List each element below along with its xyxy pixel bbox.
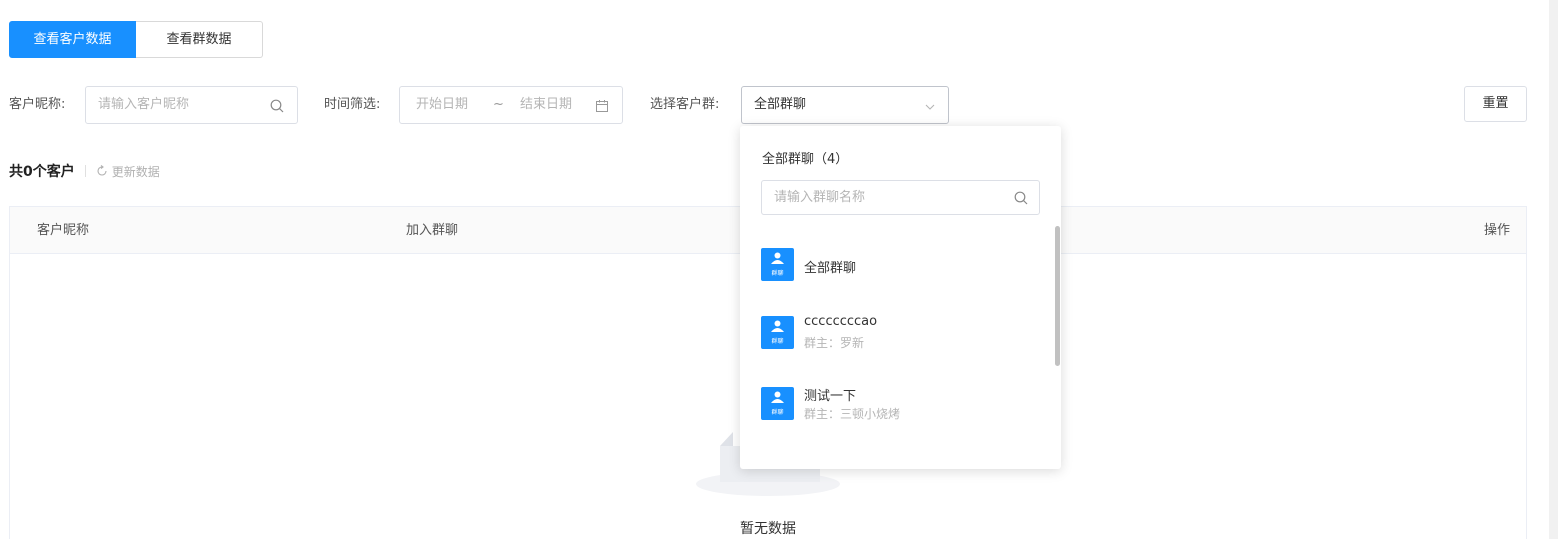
reset-button[interactable]: 重置: [1464, 86, 1527, 122]
column-header-nickname: 客户昵称: [37, 223, 90, 238]
group-dropdown-panel: 全部群聊（4） 请输入群聊名称 群聊 全部群聊 群聊 ccccccccao 群主…: [740, 126, 1061, 469]
time-label: 时间筛选:: [324, 97, 381, 112]
search-icon[interactable]: [1013, 190, 1029, 206]
list-item[interactable]: 群聊 全部群聊: [761, 242, 1031, 282]
group-item-name: 全部群聊: [804, 261, 857, 276]
group-item-name: 测试一下: [804, 389, 857, 404]
end-date-placeholder[interactable]: 结束日期: [520, 87, 572, 123]
group-search-placeholder: 请输入群聊名称: [774, 190, 866, 205]
nickname-placeholder: 请输入客户昵称: [98, 97, 190, 112]
list-item[interactable]: 群聊 ccccccccao 群主：罗新: [761, 310, 1031, 350]
start-date-placeholder[interactable]: 开始日期: [416, 87, 468, 123]
tab-group-data[interactable]: 查看群数据: [136, 21, 263, 58]
view-tabs: 查看客户数据 查看群数据: [9, 21, 263, 58]
chevron-down-icon[interactable]: [922, 99, 938, 115]
calendar-icon: [596, 100, 608, 112]
group-icon-tag: 群聊: [771, 409, 784, 416]
group-icon: 群聊: [761, 248, 794, 281]
group-select[interactable]: 全部群聊: [741, 86, 949, 124]
date-range-separator: ~: [493, 97, 504, 112]
list-item[interactable]: 群聊 测试一下 群主：三顿小烧烤: [761, 381, 1031, 421]
dropdown-scrollbar[interactable]: [1055, 226, 1060, 366]
group-item-owner: 群主：三顿小烧烤: [804, 407, 901, 421]
group-item-owner: 群主：罗新: [804, 336, 865, 350]
group-icon-tag: 群聊: [771, 338, 784, 345]
filter-row: 客户昵称: 请输入客户昵称 时间筛选: 开始日期 ~ 结束日期 选择客户群: 全…: [9, 86, 1527, 124]
refresh-icon: [97, 165, 107, 176]
group-select-value: 全部群聊: [754, 97, 807, 112]
group-search-input[interactable]: 请输入群聊名称: [761, 180, 1040, 215]
group-icon-tag: 群聊: [771, 270, 784, 277]
nickname-label: 客户昵称:: [9, 97, 66, 112]
group-item-name: ccccccccao: [804, 314, 878, 329]
customer-count: 共0个客户: [9, 164, 75, 180]
column-header-joined-group: 加入群聊: [406, 223, 459, 238]
page-scrollbar[interactable]: [1549, 0, 1558, 539]
nickname-input[interactable]: 请输入客户昵称: [85, 86, 298, 124]
search-icon[interactable]: [269, 98, 285, 114]
dropdown-title: 全部群聊（4）: [762, 152, 849, 167]
empty-text: 暂无数据: [740, 521, 796, 537]
summary-divider: [84, 165, 86, 177]
group-label: 选择客户群:: [650, 97, 720, 112]
refresh-button[interactable]: 更新数据: [96, 163, 160, 180]
column-header-actions: 操作: [1483, 223, 1510, 238]
date-range-picker[interactable]: 开始日期 ~ 结束日期: [399, 86, 623, 124]
tab-customer-data[interactable]: 查看客户数据: [9, 21, 136, 58]
refresh-label: 更新数据: [111, 164, 160, 179]
summary-bar: 共0个客户 更新数据: [9, 161, 160, 181]
group-icon: 群聊: [761, 387, 794, 420]
group-icon: 群聊: [761, 316, 794, 349]
